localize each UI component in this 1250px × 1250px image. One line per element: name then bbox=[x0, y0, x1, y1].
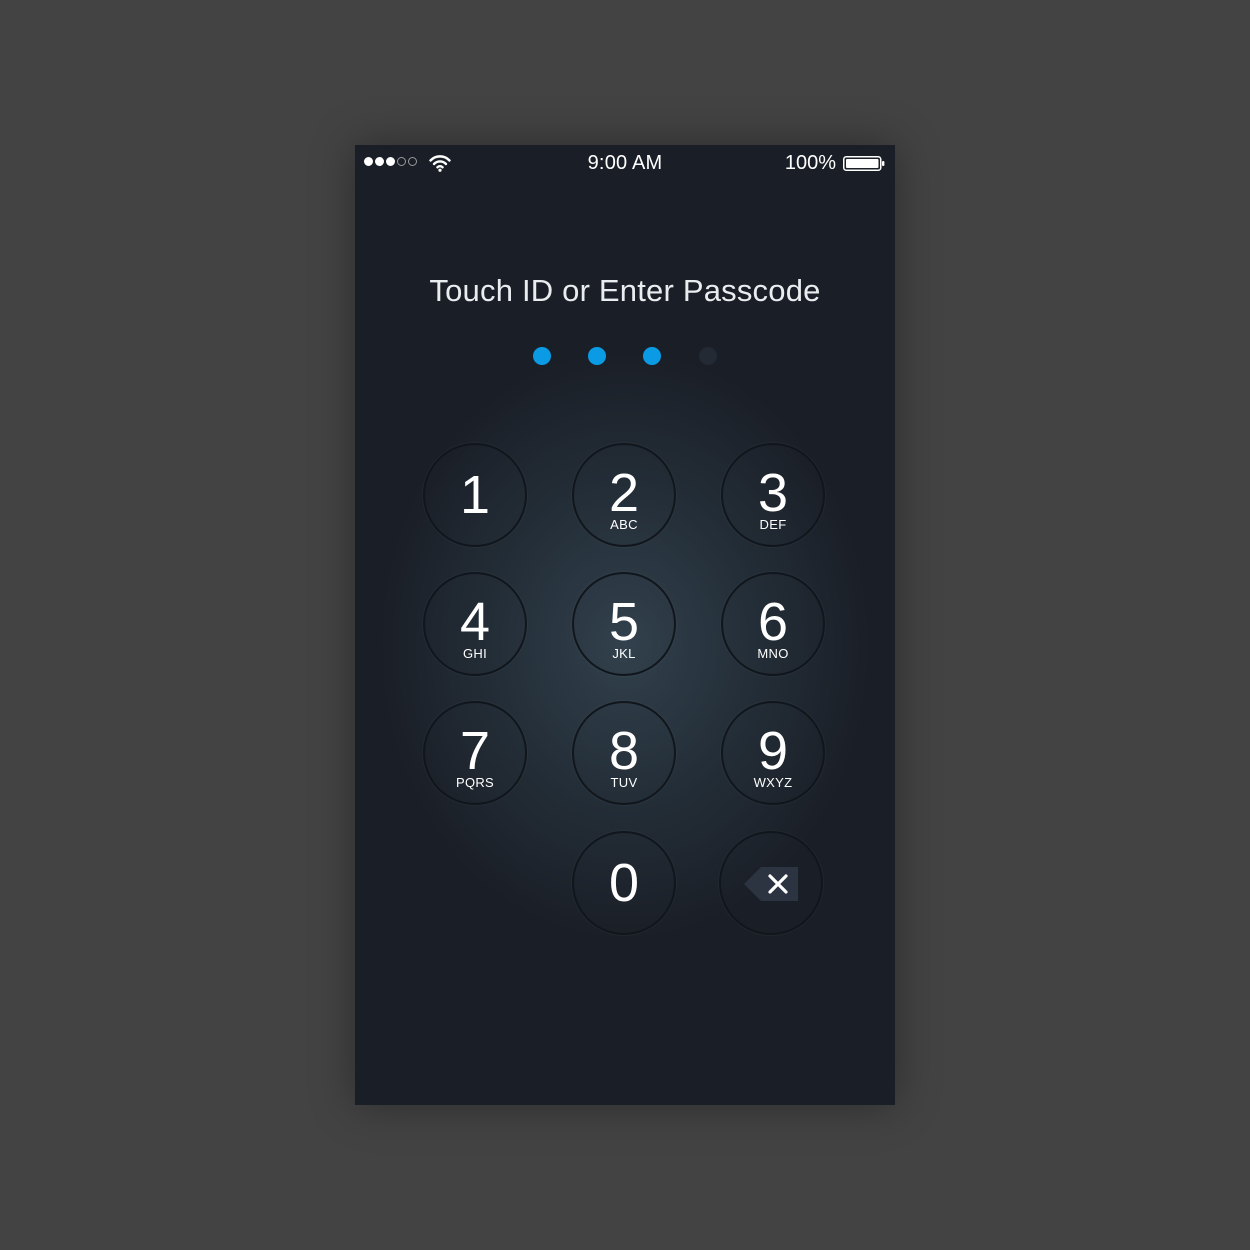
status-bar: 9:00 AM 100% bbox=[355, 145, 895, 181]
battery-percentage: 100% bbox=[784, 152, 836, 174]
key-digit: 3 bbox=[757, 463, 789, 523]
lock-screen: 9:00 AM 100% Touch ID or Enter Passcode … bbox=[355, 145, 895, 1105]
key-digit: 7 bbox=[459, 721, 491, 781]
key-6[interactable]: 6 MNO bbox=[721, 572, 825, 676]
key-digit: 8 bbox=[608, 721, 640, 781]
key-digit: 4 bbox=[459, 592, 491, 652]
key-1[interactable]: 1 bbox=[423, 443, 527, 547]
key-letters: WXYZ bbox=[753, 775, 793, 790]
key-letters: TUV bbox=[610, 775, 638, 790]
passcode-dot bbox=[643, 347, 661, 365]
key-letters: PQRS bbox=[455, 775, 495, 790]
passcode-dot bbox=[699, 347, 717, 365]
backspace-icon bbox=[744, 867, 798, 901]
key-digit: 0 bbox=[608, 853, 640, 913]
delete-button[interactable] bbox=[719, 831, 823, 935]
key-digit: 5 bbox=[608, 592, 640, 652]
passcode-prompt: Touch ID or Enter Passcode bbox=[429, 273, 821, 308]
key-8[interactable]: 8 TUV bbox=[572, 701, 676, 805]
key-letters: JKL bbox=[612, 646, 636, 661]
key-5[interactable]: 5 JKL bbox=[572, 572, 676, 676]
key-letters: ABC bbox=[610, 517, 638, 532]
key-4[interactable]: 4 GHI bbox=[423, 572, 527, 676]
key-digit: 2 bbox=[608, 463, 640, 523]
key-digit: 6 bbox=[757, 592, 789, 652]
key-3[interactable]: 3 DEF bbox=[721, 443, 825, 547]
key-digit: 9 bbox=[757, 721, 789, 781]
battery-icon bbox=[843, 156, 885, 171]
key-7[interactable]: 7 PQRS bbox=[423, 701, 527, 805]
key-letters: DEF bbox=[759, 517, 787, 532]
key-letters: MNO bbox=[757, 646, 789, 661]
key-letters: GHI bbox=[462, 646, 487, 661]
key-0[interactable]: 0 bbox=[572, 831, 676, 935]
key-2[interactable]: 2 ABC bbox=[572, 443, 676, 547]
passcode-dot bbox=[533, 347, 551, 365]
passcode-dot bbox=[588, 347, 606, 365]
key-digit: 1 bbox=[459, 465, 491, 525]
key-9[interactable]: 9 WXYZ bbox=[721, 701, 825, 805]
